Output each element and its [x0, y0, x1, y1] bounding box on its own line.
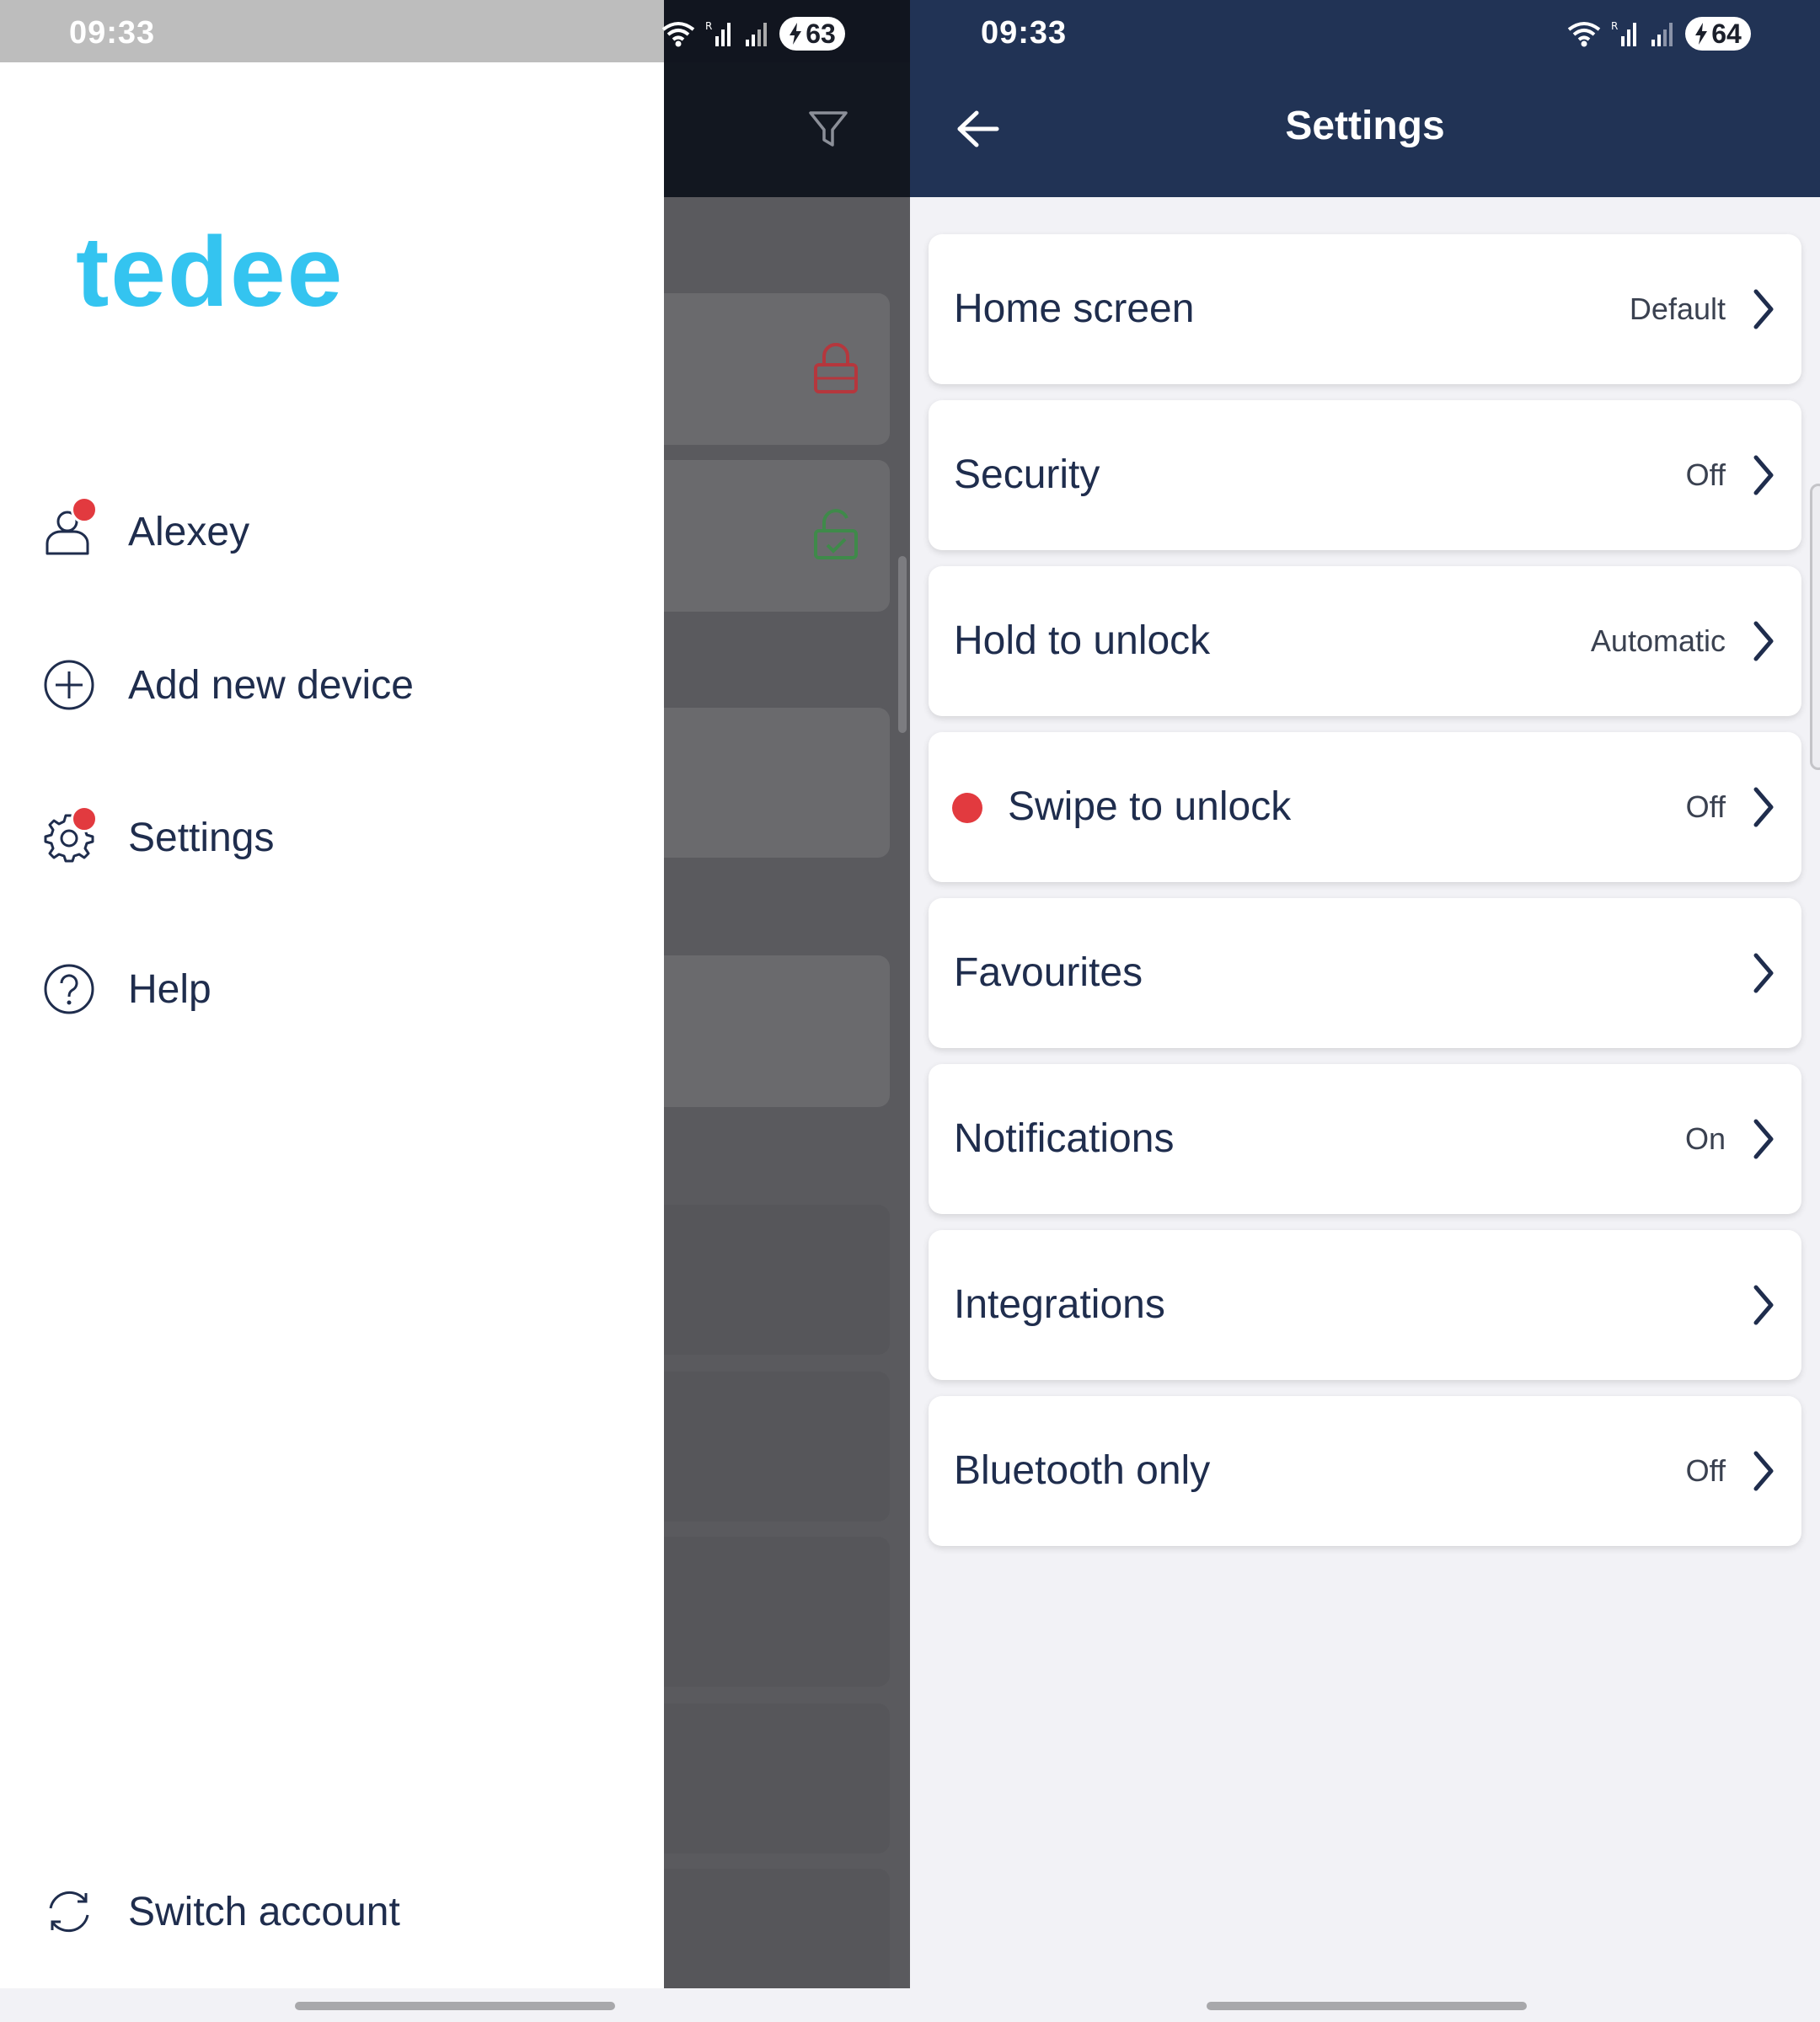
- drawer-item-profile[interactable]: Alexey: [42, 494, 632, 570]
- svg-text:R: R: [705, 20, 712, 32]
- switch-account-icon: [42, 1885, 96, 1939]
- row-label: Swipe to unlock: [1008, 784, 1292, 829]
- signal-r-icon: R: [1611, 20, 1636, 46]
- gesture-handle[interactable]: [295, 2002, 615, 2010]
- background-card: [640, 955, 890, 1107]
- row-label: Favourites: [954, 950, 1143, 995]
- page-title: Settings: [1285, 104, 1445, 148]
- background-scrollbar: [898, 556, 907, 733]
- row-value: Automatic: [1590, 623, 1726, 658]
- background-card: [640, 1704, 890, 1854]
- left-phone-screen: 09:33 R 63 tedee Alexey Add new device S…: [0, 0, 910, 2022]
- settings-row-hold-to-unlock[interactable]: Hold to unlock Automatic: [929, 566, 1801, 716]
- row-label: Hold to unlock: [954, 618, 1211, 663]
- row-label: Integrations: [954, 1282, 1165, 1327]
- settings-row-swipe-to-unlock[interactable]: Swipe to unlock Off: [929, 732, 1801, 882]
- drawer-item-label: Alexey: [128, 509, 250, 554]
- lock-open-check-icon: [814, 509, 858, 559]
- add-circle-icon: [42, 658, 96, 712]
- chevron-right-icon: [1753, 1285, 1774, 1325]
- row-value: Off: [1685, 457, 1726, 492]
- battery-indicator: 63: [779, 17, 845, 51]
- right-phone-screen: 09:33 R 64 Settings Home screen Default …: [910, 0, 1820, 2022]
- drawer-item-settings[interactable]: Settings: [42, 800, 632, 875]
- settings-row-home-screen[interactable]: Home screen Default: [929, 234, 1801, 384]
- svg-text:R: R: [1611, 20, 1618, 32]
- chevron-right-icon: [1753, 953, 1774, 993]
- navigation-drawer: tedee Alexey Add new device Settings Hel…: [0, 62, 664, 1988]
- row-value: Off: [1685, 1453, 1726, 1488]
- chevron-right-icon: [1753, 455, 1774, 495]
- chevron-right-icon: [1753, 1451, 1774, 1491]
- app-header: 09:33 R 64 Settings: [910, 0, 1820, 197]
- status-bar: 09:33 R 63: [0, 0, 910, 62]
- drawer-item-label: Settings: [128, 815, 275, 860]
- drawer-item-label: Help: [128, 966, 211, 1012]
- background-card: [640, 1205, 890, 1355]
- charging-icon: [790, 23, 802, 45]
- settings-row-notifications[interactable]: Notifications On: [929, 1064, 1801, 1214]
- drawer-item-label: Add new device: [128, 662, 414, 708]
- row-label: Bluetooth only: [954, 1448, 1211, 1493]
- system-icons: R 64: [1567, 17, 1751, 51]
- drawer-item-add-device[interactable]: Add new device: [42, 647, 632, 723]
- background-app-bar: [664, 62, 910, 197]
- battery-indicator: 64: [1685, 17, 1751, 51]
- filter-icon: [809, 111, 848, 147]
- new-feature-dot: [952, 793, 982, 823]
- settings-row-security[interactable]: Security Off: [929, 400, 1801, 550]
- gesture-handle[interactable]: [1207, 2002, 1527, 2010]
- user-icon: [42, 496, 98, 559]
- notification-badge: [71, 496, 98, 523]
- battery-level: 64: [1711, 18, 1742, 49]
- wifi-icon: [1567, 22, 1601, 47]
- chevron-right-icon: [1753, 787, 1774, 827]
- background-card: [640, 1537, 890, 1687]
- row-value: Default: [1629, 292, 1726, 326]
- gear-icon: [42, 805, 98, 864]
- help-icon: [42, 962, 96, 1016]
- edge-panel-handle[interactable]: [1810, 484, 1820, 770]
- drawer-item-switch-account[interactable]: Switch account: [42, 1874, 632, 1950]
- background-card: [640, 1372, 890, 1522]
- settings-row-bluetooth-only[interactable]: Bluetooth only Off: [929, 1396, 1801, 1546]
- lock-closed-icon: [814, 343, 858, 393]
- chevron-right-icon: [1753, 621, 1774, 661]
- battery-level: 63: [806, 18, 836, 49]
- row-value: On: [1684, 1121, 1726, 1156]
- status-time: 09:33: [981, 15, 1068, 51]
- chevron-right-icon: [1753, 1119, 1774, 1159]
- signal-icon: [1651, 23, 1673, 46]
- charging-icon: [1695, 23, 1708, 45]
- system-icons: R 63: [661, 17, 845, 51]
- tedee-logo: tedee: [76, 217, 345, 328]
- background-card: [640, 708, 890, 858]
- signal-r-icon: R: [705, 20, 731, 46]
- settings-row-favourites[interactable]: Favourites: [929, 898, 1801, 1048]
- row-label: Security: [954, 452, 1100, 497]
- drawer-item-label: Switch account: [128, 1889, 400, 1934]
- row-value: Off: [1685, 789, 1726, 824]
- chevron-right-icon: [1753, 289, 1774, 329]
- drawer-item-help[interactable]: Help: [42, 951, 632, 1027]
- settings-row-integrations[interactable]: Integrations: [929, 1230, 1801, 1380]
- notification-badge: [71, 805, 98, 832]
- row-label: Home screen: [954, 286, 1195, 331]
- status-time: 09:33: [69, 15, 156, 51]
- row-label: Notifications: [954, 1116, 1175, 1161]
- wifi-icon: [661, 22, 695, 47]
- signal-icon: [746, 23, 767, 46]
